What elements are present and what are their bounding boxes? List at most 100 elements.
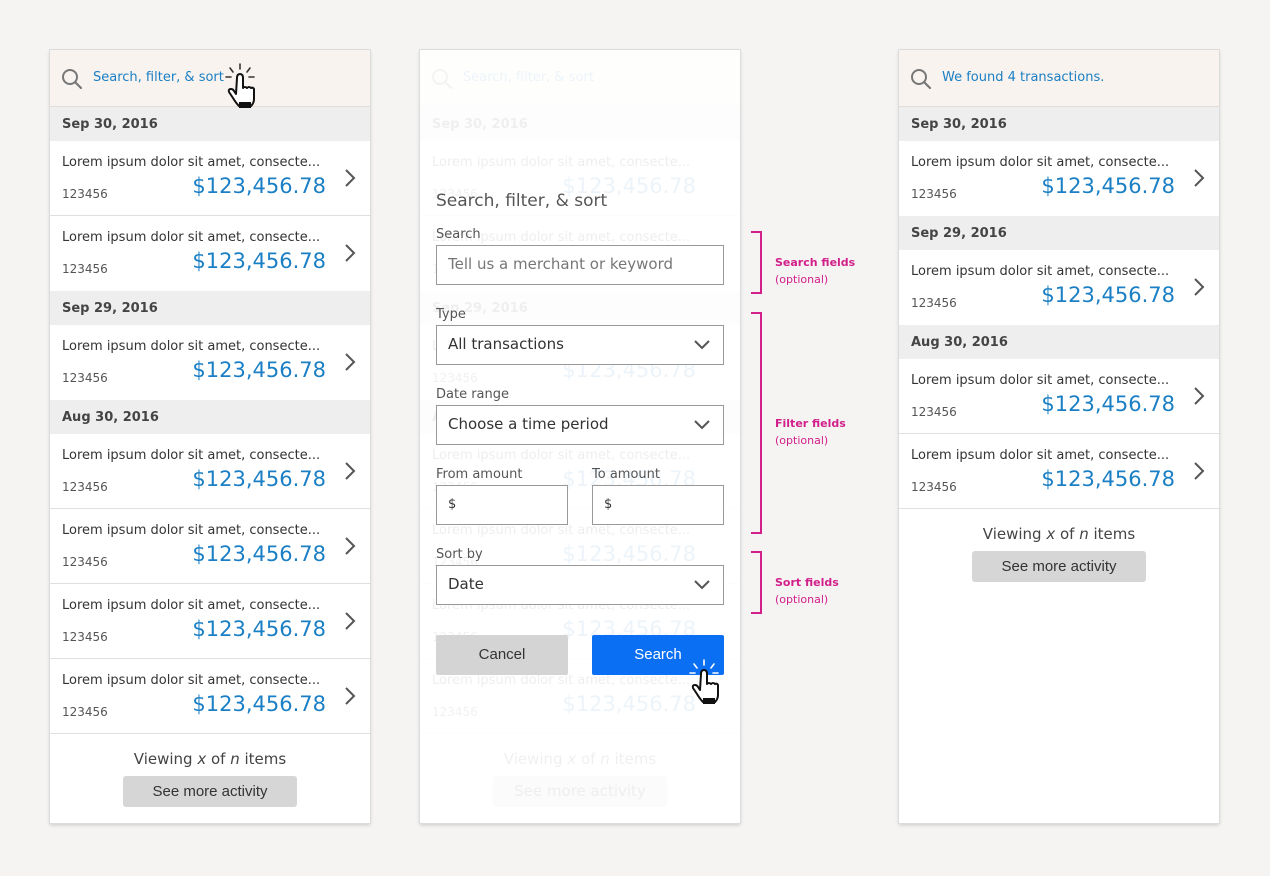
transaction-amount: $123,456.78: [192, 467, 326, 491]
chevron-right-icon: [1194, 387, 1205, 405]
transaction-id: 123456: [62, 187, 108, 201]
transaction-id: 123456: [911, 405, 957, 419]
sort-by-select[interactable]: Date: [436, 565, 724, 605]
see-more-button: See more activity: [493, 776, 667, 807]
chevron-right-icon: [1194, 169, 1205, 187]
filter-fields-bracket: [751, 312, 762, 534]
transaction-amount: $123,456.78: [192, 358, 326, 382]
chevron-down-icon: [694, 340, 710, 350]
sort-by-label: Sort by: [436, 547, 483, 562]
transaction-id: 123456: [62, 371, 108, 385]
viewing-count: Viewing x of n items: [982, 525, 1136, 543]
see-more-button[interactable]: See more activity: [123, 776, 297, 807]
transaction-id: 123456: [911, 296, 957, 310]
search-bar: Search, filter, & sort: [420, 50, 740, 107]
type-select[interactable]: All transactions: [436, 325, 724, 365]
sort-fields-bracket: [751, 551, 762, 614]
date-header: Sep 29, 2016: [50, 291, 370, 325]
transactions-panel-initial: Search, filter, & sort Sep 30, 2016 Lore…: [50, 50, 370, 823]
transaction-amount: $123,456.78: [192, 542, 326, 566]
transaction-description: Lorem ipsum dolor sit amet, consecte...: [62, 448, 321, 463]
see-more-button[interactable]: See more activity: [972, 551, 1146, 582]
search-filter-sort-form: Search, filter, & sort Search Tell us a …: [436, 191, 724, 675]
transaction-row[interactable]: Lorem ipsum dolor sit amet, consecte... …: [50, 659, 370, 734]
chevron-right-icon: [345, 353, 356, 371]
form-title: Search, filter, & sort: [436, 191, 608, 211]
date-header: Sep 30, 2016: [899, 107, 1219, 141]
search-results-panel: We found 4 transactions. Sep 30, 2016 Lo…: [899, 50, 1219, 823]
type-label: Type: [436, 307, 466, 322]
chevron-right-icon: [1194, 462, 1205, 480]
transaction-description: Lorem ipsum dolor sit amet, consecte...: [62, 155, 321, 170]
transaction-row[interactable]: Lorem ipsum dolor sit amet, consecte... …: [50, 584, 370, 659]
transaction-description: Lorem ipsum dolor sit amet, consecte...: [911, 264, 1170, 279]
to-amount-input[interactable]: $: [592, 485, 724, 525]
viewing-count: Viewing x of n items: [503, 750, 657, 768]
transaction-id: 123456: [62, 705, 108, 719]
transaction-description: Lorem ipsum dolor sit amet, consecte...: [432, 673, 691, 688]
date-range-label: Date range: [436, 387, 510, 402]
tap-hand-icon: [689, 659, 719, 704]
to-amount-label: To amount: [592, 467, 660, 482]
search-label: Search: [436, 227, 481, 242]
transaction-amount: $123,456.78: [562, 692, 696, 716]
chevron-right-icon: [1194, 278, 1205, 296]
transaction-row[interactable]: Lorem ipsum dolor sit amet, consecte... …: [50, 509, 370, 584]
date-header: Sep 29, 2016: [899, 216, 1219, 250]
transaction-amount: $123,456.78: [1041, 392, 1175, 416]
from-amount-input[interactable]: $: [436, 485, 568, 525]
transaction-row[interactable]: Lorem ipsum dolor sit amet, consecte... …: [899, 359, 1219, 434]
cancel-button[interactable]: Cancel: [436, 635, 568, 675]
transaction-description: Lorem ipsum dolor sit amet, consecte...: [62, 339, 321, 354]
search-icon: [432, 69, 453, 90]
chevron-right-icon: [345, 169, 356, 187]
sort-by-value: Date: [448, 575, 484, 593]
transaction-row[interactable]: Lorem ipsum dolor sit amet, consecte... …: [50, 216, 370, 291]
chevron-right-icon: [345, 537, 356, 555]
viewing-count: Viewing x of n items: [133, 750, 287, 768]
chevron-right-icon: [345, 462, 356, 480]
transaction-amount: $123,456.78: [1041, 467, 1175, 491]
chevron-down-icon: [694, 580, 710, 590]
form-actions: Cancel Search: [436, 635, 724, 675]
transaction-description: Lorem ipsum dolor sit amet, consecte...: [432, 155, 691, 170]
filter-fields-annotation: Filter fields (optional): [775, 417, 846, 447]
chevron-right-icon: [345, 687, 356, 705]
transaction-description: Lorem ipsum dolor sit amet, consecte...: [62, 598, 321, 613]
list-footer: Viewing x of n items See more activity: [50, 750, 370, 807]
transaction-amount: $123,456.78: [192, 249, 326, 273]
transaction-description: Lorem ipsum dolor sit amet, consecte...: [62, 230, 321, 245]
transaction-id: 123456: [911, 480, 957, 494]
search-result-text: We found 4 transactions.: [942, 70, 1105, 85]
sort-fields-annotation: Sort fields (optional): [775, 576, 839, 606]
search-fields-annotation: Search fields (optional): [775, 256, 856, 286]
date-header: Aug 30, 2016: [899, 325, 1219, 359]
search-bar[interactable]: We found 4 transactions.: [899, 50, 1219, 107]
date-range-select[interactable]: Choose a time period: [436, 405, 724, 445]
chevron-right-icon: [345, 244, 356, 262]
search-placeholder: Search, filter, & sort: [93, 70, 224, 85]
search-input[interactable]: Tell us a merchant or keyword: [436, 245, 724, 285]
chevron-right-icon: [345, 612, 356, 630]
transaction-row[interactable]: Lorem ipsum dolor sit amet, consecte... …: [50, 434, 370, 509]
transaction-description: Lorem ipsum dolor sit amet, consecte...: [911, 448, 1170, 463]
chevron-down-icon: [694, 420, 710, 430]
transaction-row[interactable]: Lorem ipsum dolor sit amet, consecte... …: [899, 141, 1219, 216]
date-header: Sep 30, 2016: [420, 107, 740, 141]
transaction-id: 123456: [62, 262, 108, 276]
transaction-id: 123456: [62, 480, 108, 494]
transaction-description: Lorem ipsum dolor sit amet, consecte...: [911, 373, 1170, 388]
transaction-row[interactable]: Lorem ipsum dolor sit amet, consecte... …: [50, 141, 370, 216]
transaction-amount: $123,456.78: [192, 692, 326, 716]
list-footer: Viewing x of n items See more activity: [899, 525, 1219, 582]
transaction-row[interactable]: Lorem ipsum dolor sit amet, consecte... …: [899, 250, 1219, 325]
transaction-row[interactable]: Lorem ipsum dolor sit amet, consecte... …: [899, 434, 1219, 509]
tap-hand-icon: [225, 63, 255, 108]
transaction-description: Lorem ipsum dolor sit amet, consecte...: [62, 523, 321, 538]
search-bar[interactable]: Search, filter, & sort: [50, 50, 370, 107]
transaction-id: 123456: [432, 705, 478, 719]
amount-range: From amount $ To amount $: [436, 467, 724, 525]
transaction-id: 123456: [62, 630, 108, 644]
search-placeholder: Search, filter, & sort: [463, 70, 594, 85]
transaction-row[interactable]: Lorem ipsum dolor sit amet, consecte... …: [50, 325, 370, 400]
